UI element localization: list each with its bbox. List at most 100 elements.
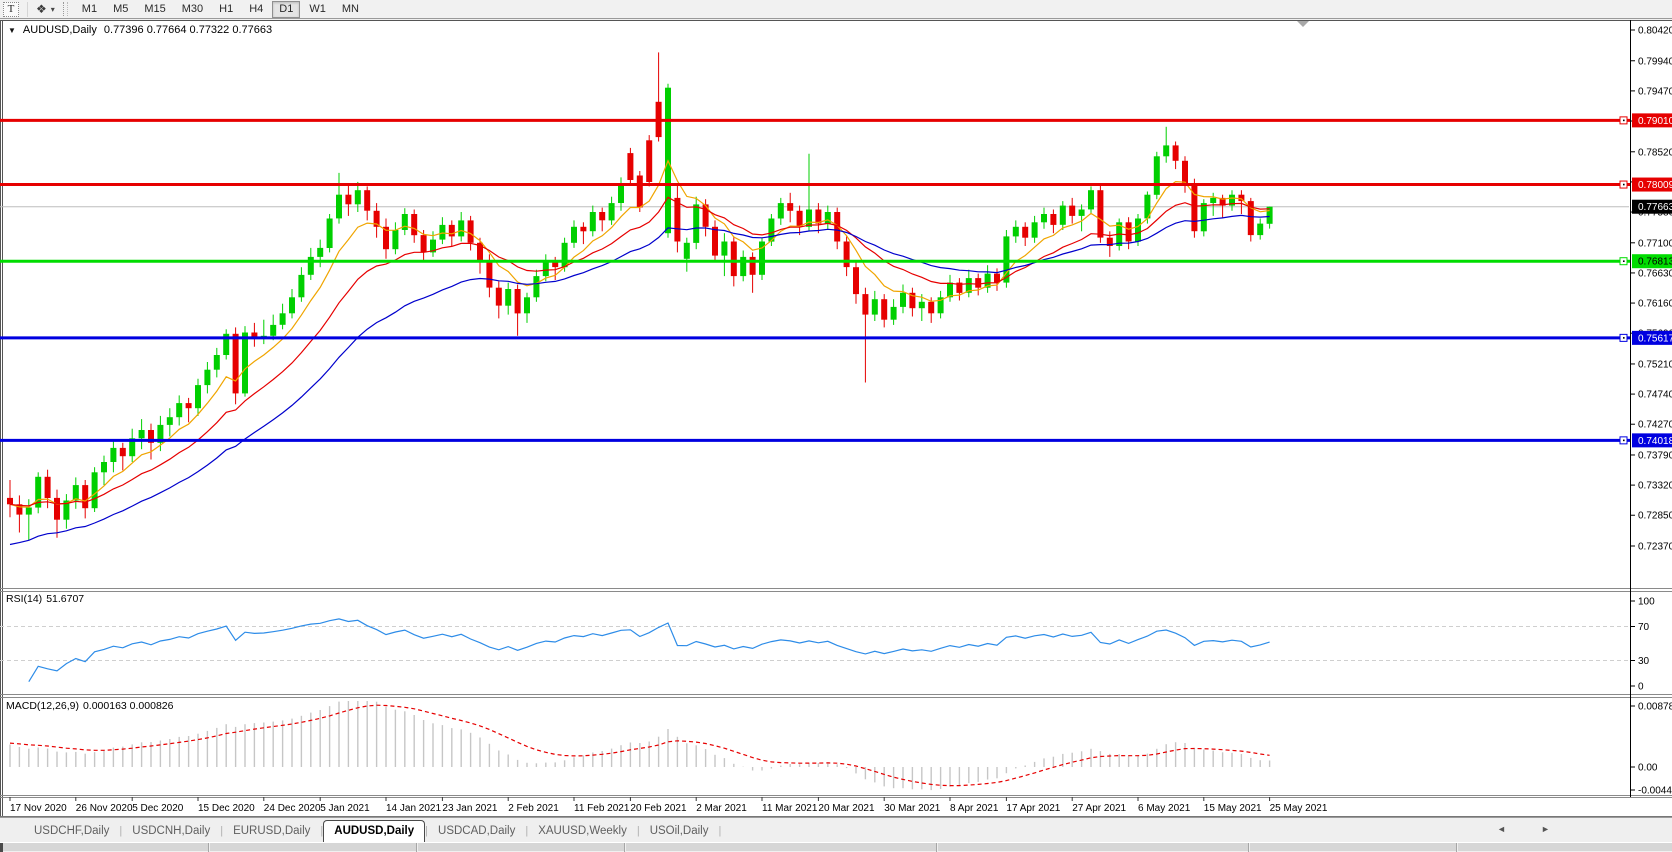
date-label: 2 Mar 2021	[696, 803, 747, 814]
candle-body	[195, 385, 201, 409]
price-badge-label: 0.76813	[1638, 257, 1672, 268]
price-tick-label: 0.74270	[1638, 420, 1672, 431]
candle-body	[25, 507, 32, 515]
price-badge-label: 0.75617	[1638, 333, 1672, 344]
date-label: 5 Dec 2020	[132, 803, 184, 814]
candle-body	[7, 497, 13, 505]
candle-body	[1163, 145, 1170, 157]
candle-body	[101, 462, 107, 473]
candle-body	[890, 306, 897, 320]
price-tick-label: 0.80420	[1638, 26, 1672, 37]
candle-body	[185, 403, 192, 409]
candle-body	[636, 175, 643, 208]
candle-body	[345, 194, 352, 205]
rsi-value: 51.6707	[46, 593, 85, 605]
candle-body	[138, 430, 145, 439]
bottom-tab-bar: ◄ ► USDCHF,Daily | USDCNH,Daily | EURUSD,Dai…	[0, 817, 1672, 843]
date-label: 11 Mar 2021	[762, 803, 818, 814]
candle-body	[439, 224, 446, 240]
candle-body	[571, 226, 577, 243]
candle-body	[1088, 190, 1094, 210]
price-tick-label: 0.79470	[1638, 86, 1672, 97]
candle-body	[618, 183, 624, 203]
tabs-scroll-left-icon[interactable]: ◄	[1497, 824, 1506, 834]
price-badge-label: 0.78009	[1638, 180, 1672, 191]
collapse-triangle-icon[interactable]: ▼	[8, 26, 16, 35]
date-label: 26 Nov 2020	[76, 803, 133, 814]
bottom-tab-usdcad[interactable]: USDCAD,Daily	[428, 821, 525, 842]
macd-values: 0.000163 0.000826	[82, 700, 174, 712]
candle-body	[693, 204, 700, 243]
chart-canvas[interactable]: 0.804200.799400.794700.790000.785200.780…	[0, 0, 1672, 851]
candle-body	[589, 212, 596, 232]
candle-body	[683, 242, 690, 259]
candle-body	[467, 220, 474, 243]
date-label: 8 Apr 2021	[950, 803, 999, 814]
line-handle-dot	[1623, 119, 1625, 122]
price-tick-label: 0.73320	[1638, 481, 1672, 492]
price-badge-label: 0.79010	[1638, 116, 1672, 127]
candle-body	[552, 262, 559, 268]
candle-body	[232, 333, 239, 394]
rsi-header: RSI(14) 51.6707	[6, 593, 88, 605]
candle-body	[806, 209, 812, 227]
candle-body	[392, 230, 399, 250]
candle-body	[542, 262, 549, 277]
candle-body	[928, 301, 935, 314]
price-tick-label: 0.76630	[1638, 268, 1672, 279]
candle-body	[1210, 197, 1217, 203]
candle-body	[54, 497, 60, 520]
candle-body	[270, 324, 277, 336]
candle-body	[975, 278, 982, 288]
line-handle-dot	[1623, 337, 1625, 339]
candle-body	[420, 235, 427, 253]
candle-body	[1097, 190, 1104, 238]
candle-body	[1069, 205, 1076, 216]
rsi-label: RSI(14)	[6, 593, 43, 605]
candle-body	[495, 287, 502, 306]
candle-body	[298, 274, 305, 298]
candle-body	[646, 140, 653, 182]
candle-body	[712, 226, 718, 256]
candle-body	[561, 242, 568, 268]
candle-body	[1059, 205, 1066, 225]
candle-body	[881, 299, 888, 320]
candle-body	[448, 224, 455, 237]
line-handle-dot	[1623, 439, 1625, 442]
candle-body	[853, 267, 859, 295]
bottom-tab-usdcnh[interactable]: USDCNH,Daily	[122, 821, 220, 842]
date-label: 23 Jan 2021	[442, 803, 497, 814]
tab-separator: |	[718, 825, 722, 837]
price-tick-label: 0.78520	[1638, 147, 1672, 158]
candle-body	[1200, 203, 1207, 232]
candle-body	[524, 297, 530, 314]
candle-body	[871, 299, 878, 315]
candle-body	[91, 472, 98, 509]
bottom-tab-eurusd[interactable]: EURUSD,Daily	[223, 821, 320, 842]
bottom-tab-usdchf[interactable]: USDCHF,Daily	[24, 821, 119, 842]
macd-label: MACD(12,26,9)	[6, 700, 79, 712]
price-tick-label: 0.74740	[1638, 390, 1672, 401]
candle-body	[1153, 156, 1160, 195]
date-label: 24 Dec 2020	[264, 803, 321, 814]
candle-body	[1172, 145, 1179, 161]
candle-body	[674, 197, 681, 242]
status-bar	[0, 842, 1672, 852]
candle-body	[749, 256, 756, 275]
date-label: 14 Jan 2021	[386, 803, 441, 814]
candle-body	[777, 203, 784, 219]
candle-body	[533, 276, 540, 298]
candle-body	[514, 289, 521, 314]
tabs-scroll-right-icon[interactable]: ►	[1541, 824, 1550, 834]
rsi-tick-label: 100	[1638, 597, 1655, 608]
date-label: 2 Feb 2021	[508, 803, 559, 814]
candle-body	[44, 476, 51, 498]
date-label: 20 Mar 2021	[818, 803, 875, 814]
rsi-tick-label: 0	[1638, 682, 1644, 693]
date-label: 30 Mar 2021	[884, 803, 941, 814]
bottom-tab-usoil[interactable]: USOil,Daily	[640, 821, 719, 842]
candle-body	[918, 301, 925, 309]
bottom-tab-xauusd[interactable]: XAUUSD,Weekly	[528, 821, 637, 842]
bottom-tab-audusd[interactable]: AUDUSD,Daily	[323, 820, 426, 843]
price-tick-label: 0.77100	[1638, 238, 1672, 249]
